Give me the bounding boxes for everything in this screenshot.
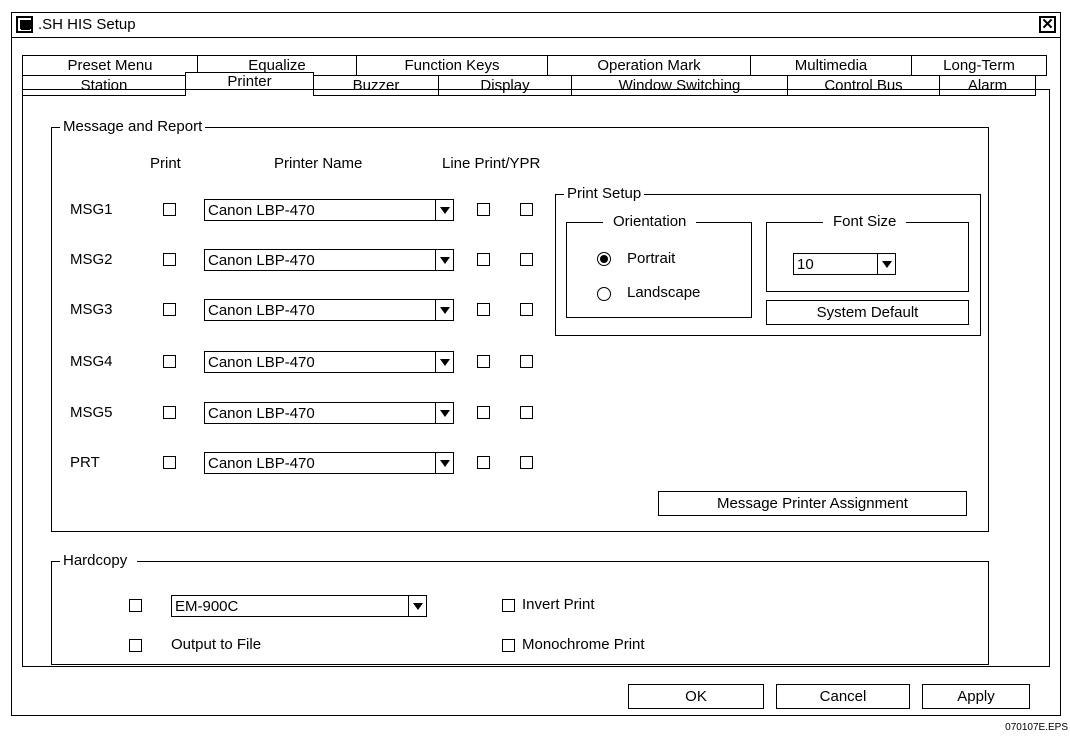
print-checkbox-msg5[interactable]: [163, 406, 176, 419]
hardcopy-device-value: EM-900C: [175, 598, 239, 615]
dropdown-arrow-icon[interactable]: [408, 596, 426, 616]
print-column-header: Print: [150, 155, 181, 172]
portrait-label: Portrait: [627, 250, 676, 267]
printer-name-column-header: Printer Name: [274, 155, 363, 172]
tab-long-term[interactable]: Long-Term: [911, 55, 1047, 76]
print-checkbox-msg3[interactable]: [163, 303, 176, 316]
row-label-msg1: MSG1: [70, 201, 113, 218]
print-checkbox-msg2[interactable]: [163, 253, 176, 266]
line-print-checkbox-msg4[interactable]: [477, 355, 490, 368]
monochrome-print-label: Monochrome Print: [522, 636, 645, 653]
print-setup-legend: Print Setup: [564, 186, 645, 202]
dropdown-arrow-icon[interactable]: [435, 352, 453, 372]
ypr-checkbox-msg5[interactable]: [520, 406, 533, 419]
figure-code: 070107E.EPS: [1005, 722, 1068, 733]
close-icon: ✕: [1041, 16, 1054, 33]
output-to-file-label: Output to File: [171, 636, 262, 653]
line-print-checkbox-msg3[interactable]: [477, 303, 490, 316]
font-size-group: Font Size 10: [766, 214, 969, 292]
printer-select-value: Canon LBP-470: [208, 354, 315, 371]
printer-select-value: Canon LBP-470: [208, 405, 315, 422]
message-report-legend: Message and Report: [60, 119, 206, 135]
print-setup-group: Print Setup Orientation Portrait Landsca…: [555, 186, 981, 336]
close-button[interactable]: ✕: [1039, 16, 1056, 33]
tab-function-keys[interactable]: Function Keys: [356, 55, 548, 76]
row-label-msg3: MSG3: [70, 301, 113, 318]
orientation-legend: Orientation: [603, 214, 697, 230]
line-print-checkbox-msg2[interactable]: [477, 253, 490, 266]
window-title: .SH HIS Setup: [38, 16, 136, 33]
printer-select-msg2[interactable]: Canon LBP-470: [204, 249, 454, 271]
setup-window: .SH HIS Setup ✕ Preset Menu Equalize Fun…: [11, 12, 1061, 716]
message-report-group: Message and Report Print Printer Name Li…: [51, 119, 989, 532]
ypr-checkbox-msg3[interactable]: [520, 303, 533, 316]
hardcopy-device-checkbox[interactable]: [129, 599, 142, 612]
line-print-checkbox-msg5[interactable]: [477, 406, 490, 419]
ypr-checkbox-msg1[interactable]: [520, 203, 533, 216]
hardcopy-group: Hardcopy EM-900C Output to File Invert P…: [51, 553, 989, 665]
dropdown-arrow-icon[interactable]: [877, 254, 895, 274]
printer-select-value: Canon LBP-470: [208, 455, 315, 472]
printer-select-msg4[interactable]: Canon LBP-470: [204, 351, 454, 373]
invert-print-checkbox[interactable]: [502, 599, 515, 612]
printer-select-msg1[interactable]: Canon LBP-470: [204, 199, 454, 221]
line-print-checkbox-msg1[interactable]: [477, 203, 490, 216]
invert-print-label: Invert Print: [522, 596, 595, 613]
orientation-group: Orientation Portrait Landscape: [566, 214, 752, 318]
portrait-radio[interactable]: [597, 252, 611, 266]
dropdown-arrow-icon[interactable]: [435, 453, 453, 473]
font-size-select[interactable]: 10: [793, 253, 896, 275]
row-label-msg2: MSG2: [70, 251, 113, 268]
line-print-column-header: Line Print/YPR: [442, 155, 541, 172]
ypr-checkbox-msg2[interactable]: [520, 253, 533, 266]
cancel-button[interactable]: Cancel: [776, 684, 910, 709]
title-bar: .SH HIS Setup ✕: [12, 13, 1060, 38]
hardcopy-legend: Hardcopy: [60, 553, 138, 569]
landscape-label: Landscape: [627, 284, 701, 301]
tab-operation-mark[interactable]: Operation Mark: [547, 55, 751, 76]
window-app-icon[interactable]: [16, 16, 33, 33]
hardcopy-device-select[interactable]: EM-900C: [171, 595, 427, 617]
ok-button[interactable]: OK: [628, 684, 764, 709]
row-label-prt: PRT: [70, 454, 100, 471]
print-checkbox-msg1[interactable]: [163, 203, 176, 216]
dropdown-arrow-icon[interactable]: [435, 250, 453, 270]
row-label-msg5: MSG5: [70, 404, 113, 421]
printer-select-value: Canon LBP-470: [208, 202, 315, 219]
ypr-checkbox-prt[interactable]: [520, 456, 533, 469]
printer-select-value: Canon LBP-470: [208, 252, 315, 269]
output-to-file-checkbox[interactable]: [129, 639, 142, 652]
print-checkbox-msg4[interactable]: [163, 355, 176, 368]
system-default-button[interactable]: System Default: [766, 300, 969, 325]
tab-multimedia[interactable]: Multimedia: [750, 55, 912, 76]
printer-select-prt[interactable]: Canon LBP-470: [204, 452, 454, 474]
tab-preset-menu[interactable]: Preset Menu: [22, 55, 198, 76]
print-checkbox-prt[interactable]: [163, 456, 176, 469]
monochrome-print-checkbox[interactable]: [502, 639, 515, 652]
printer-tab-panel: Message and Report Print Printer Name Li…: [22, 89, 1050, 667]
printer-select-msg3[interactable]: Canon LBP-470: [204, 299, 454, 321]
landscape-radio[interactable]: [597, 287, 611, 301]
dropdown-arrow-icon[interactable]: [435, 300, 453, 320]
dropdown-arrow-icon[interactable]: [435, 200, 453, 220]
font-size-legend: Font Size: [823, 214, 907, 230]
tab-row-1: Preset Menu Equalize Function Keys Opera…: [22, 55, 1047, 76]
printer-select-value: Canon LBP-470: [208, 302, 315, 319]
message-printer-assignment-button[interactable]: Message Printer Assignment: [658, 491, 967, 516]
ypr-checkbox-msg4[interactable]: [520, 355, 533, 368]
dropdown-arrow-icon[interactable]: [435, 403, 453, 423]
row-label-msg4: MSG4: [70, 353, 113, 370]
line-print-checkbox-prt[interactable]: [477, 456, 490, 469]
font-size-value: 10: [797, 256, 814, 273]
apply-button[interactable]: Apply: [922, 684, 1030, 709]
printer-select-msg5[interactable]: Canon LBP-470: [204, 402, 454, 424]
